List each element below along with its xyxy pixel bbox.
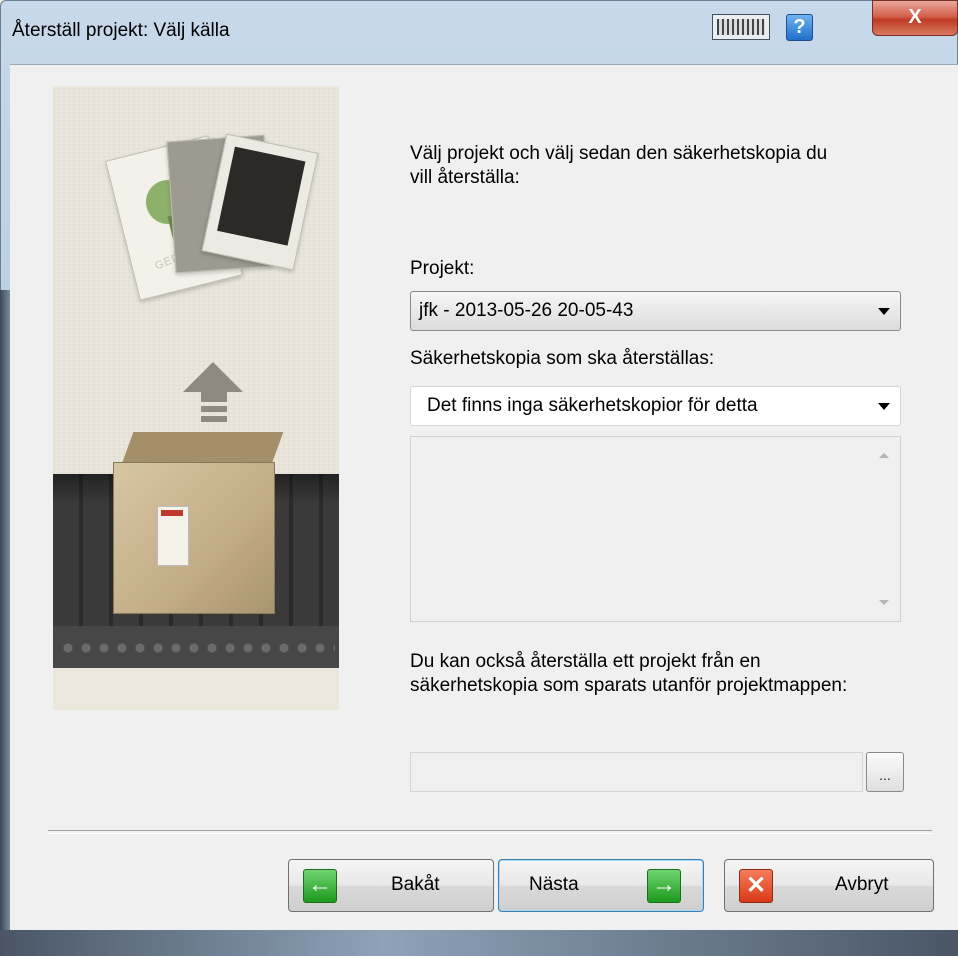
- project-select[interactable]: jfk - 2013-05-26 20-05-43: [410, 291, 901, 331]
- up-arrow-bar: [201, 416, 227, 422]
- chevron-down-icon[interactable]: [878, 403, 890, 410]
- cancel-button[interactable]: ✕ Avbryt: [724, 859, 934, 912]
- browse-button[interactable]: ...: [866, 752, 904, 792]
- cancel-button-label: Avbryt: [835, 874, 889, 895]
- background-edge: [0, 290, 10, 930]
- backup-list[interactable]: [410, 436, 901, 622]
- backup-label: Säkerhetskopia som ska återställas:: [410, 348, 715, 369]
- help-button[interactable]: ?: [786, 14, 813, 41]
- next-button-label: Nästa: [529, 874, 579, 895]
- arrow-left-icon: ←: [303, 869, 337, 903]
- project-select-value: jfk - 2013-05-26 20-05-43: [419, 300, 634, 321]
- backup-select[interactable]: Det finns inga säkerhetskopior för detta: [410, 386, 901, 426]
- external-backup-text: Du kan också återställa ett projekt från…: [410, 651, 848, 696]
- up-arrow-bar: [201, 406, 227, 412]
- close-icon: ✕: [739, 869, 773, 903]
- illustration-bottom: [53, 668, 339, 710]
- up-arrow-icon: [183, 362, 243, 392]
- back-button-label: Bakåt: [391, 874, 440, 895]
- conveyor-holes: [59, 642, 335, 654]
- arrow-right-icon: →: [647, 869, 681, 903]
- chevron-down-icon[interactable]: [878, 308, 890, 315]
- next-button[interactable]: Nästa →: [498, 859, 704, 912]
- back-button[interactable]: ← Bakåt: [288, 859, 494, 912]
- close-button[interactable]: X: [872, 0, 958, 36]
- scrollbar[interactable]: [868, 437, 900, 621]
- background-edge-bottom: [0, 930, 958, 956]
- scroll-up-icon[interactable]: [879, 453, 889, 458]
- up-arrow-bar: [201, 392, 227, 402]
- window-title: Återställ projekt: Välj källa: [12, 20, 230, 41]
- keyboard-icon[interactable]: [712, 14, 770, 40]
- divider: [48, 830, 932, 834]
- project-label: Projekt:: [410, 258, 475, 279]
- restore-illustration: GEDCOM: [53, 86, 339, 710]
- external-path-input[interactable]: [410, 752, 863, 792]
- scroll-down-icon[interactable]: [879, 600, 889, 605]
- intro-text: Välj projekt och välj sedan den säkerhet…: [410, 143, 828, 188]
- backup-select-value: Det finns inga säkerhetskopior för detta: [427, 395, 758, 416]
- box-icon: [113, 462, 275, 614]
- box-label: [157, 506, 189, 566]
